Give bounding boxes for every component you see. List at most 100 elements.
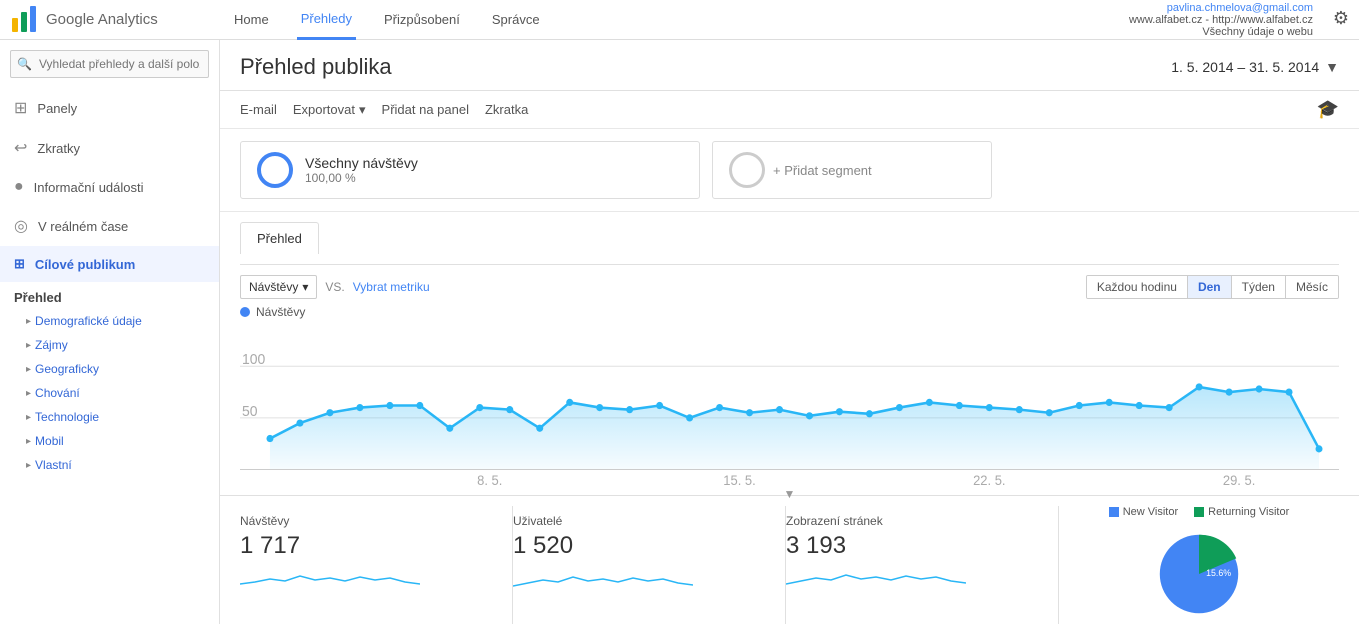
sidebar-item-panely[interactable]: ⊞ Panely [0, 88, 219, 128]
nav-prehledy[interactable]: Přehledy [297, 0, 356, 40]
sidebar-item-technologie[interactable]: Technologie [0, 405, 219, 429]
nav-spravce[interactable]: Správce [488, 0, 544, 40]
content-header: Přehled publika 1. 5. 2014 – 31. 5. 2014… [220, 40, 1359, 91]
add-segment-button[interactable]: + Přidat segment [712, 141, 992, 199]
legend-returning-visitor: Returning Visitor [1194, 506, 1289, 518]
sidebar-item-demograficke[interactable]: Demografické údaje [0, 309, 219, 333]
export-button[interactable]: Exportovat ▾ [293, 102, 366, 118]
clock-icon: ◎ [14, 216, 28, 236]
shortcut-button[interactable]: Zkratka [485, 102, 528, 117]
time-btn-day[interactable]: Den [1187, 276, 1231, 298]
sidebar-item-geograficky[interactable]: Geograficky [0, 357, 219, 381]
time-buttons: Každou hodinu Den Týden Měsíc [1086, 275, 1339, 299]
user-email[interactable]: pavlina.chmelova@gmail.com [1167, 2, 1313, 14]
metric-arrow-icon: ▾ [302, 280, 308, 294]
select-metric-link[interactable]: Vybrat metriku [353, 280, 430, 294]
app-title: Google Analytics [46, 11, 158, 28]
graduation-icon[interactable]: 🎓 [1317, 99, 1339, 120]
sidebar-label-panely: Panely [37, 101, 77, 116]
stat-value-navstevy: 1 717 [240, 532, 496, 560]
stat-label-uzivatele: Uživatelé [513, 514, 769, 528]
vs-label: VS. [325, 280, 344, 294]
page-title: Přehled publika [240, 54, 392, 80]
sparkline-uzivatele [513, 564, 693, 594]
sidebar: 🔍 ⊞ Panely ↩ Zkratky ● Informační událos… [0, 40, 220, 624]
sidebar-section-label: Cílové publikum [35, 257, 135, 272]
pie-pct-label: 15.6% [1206, 568, 1231, 578]
shortcut-icon: ↩ [14, 138, 27, 158]
segment-name: Všechny návštěvy [305, 155, 418, 171]
chart-section: Přehled Návštěvy ▾ VS. Vybrat metriku Ka… [220, 212, 1359, 495]
sidebar-item-realtime[interactable]: ◎ V reálném čase [0, 206, 219, 246]
add-segment-label: + Přidat segment [773, 163, 872, 178]
search-icon: 🔍 [17, 57, 32, 71]
top-nav: Google Analytics Home Přehledy Přizpůsob… [0, 0, 1359, 40]
email-button[interactable]: E-mail [240, 102, 277, 117]
legend-label: Návštěvy [256, 305, 305, 319]
sidebar-section-cilove[interactable]: ⊞ Cílové publikum [0, 246, 219, 282]
sidebar-item-zajmy[interactable]: Zájmy [0, 333, 219, 357]
main-content: Přehled publika 1. 5. 2014 – 31. 5. 2014… [220, 40, 1359, 624]
time-btn-month[interactable]: Měsíc [1285, 276, 1338, 298]
chart-controls: Návštěvy ▾ VS. Vybrat metriku Každou hod… [240, 264, 1339, 299]
export-arrow-icon: ▾ [359, 102, 366, 118]
all-data-link[interactable]: Všechny údaje o webu [1202, 26, 1313, 38]
returning-visitor-color [1194, 507, 1204, 517]
time-btn-week[interactable]: Týden [1231, 276, 1285, 298]
add-segment-circle [729, 152, 765, 188]
bell-icon: ● [14, 178, 24, 196]
returning-visitor-label: Returning Visitor [1208, 506, 1289, 518]
sidebar-item-vlastni[interactable]: Vlastní [0, 453, 219, 477]
stat-label-zobrazeni: Zobrazení stránek [786, 514, 1042, 528]
svg-text:100: 100 [242, 352, 265, 368]
ga-logo-icon [10, 6, 38, 34]
stat-value-uzivatele: 1 520 [513, 532, 769, 560]
svg-text:50: 50 [242, 404, 258, 420]
sidebar-item-informacni[interactable]: ● Informační události [0, 168, 219, 206]
nav-home[interactable]: Home [230, 0, 273, 40]
stats-section: Návštěvy 1 717 Uživatelé 1 520 Zobrazení… [220, 495, 1359, 624]
sidebar-label-realtime: V reálném čase [38, 219, 128, 234]
search-input[interactable] [10, 50, 209, 78]
main-nav: Home Přehledy Přizpůsobení Správce [230, 0, 1129, 40]
stat-label-navstevy: Návštěvy [240, 514, 496, 528]
pie-chart: 15.6% [1139, 524, 1259, 624]
sidebar-item-mobil[interactable]: Mobil [0, 429, 219, 453]
main-layout: 🔍 ⊞ Panely ↩ Zkratky ● Informační událos… [0, 40, 1359, 624]
date-range-label: 1. 5. 2014 – 31. 5. 2014 [1171, 59, 1319, 75]
sidebar-sublabel-prehled[interactable]: Přehled [0, 282, 219, 309]
search-box[interactable]: 🔍 [10, 50, 209, 78]
account-info: pavlina.chmelova@gmail.com www.alfabet.c… [1129, 2, 1313, 38]
date-range-arrow: ▼ [1325, 59, 1339, 75]
nav-prizpusobeni[interactable]: Přizpůsobení [380, 0, 464, 40]
metric-label: Návštěvy [249, 280, 298, 294]
legend-dot [240, 307, 250, 317]
svg-text:15. 5.: 15. 5. [723, 473, 755, 485]
stat-box-navstevy: Návštěvy 1 717 [240, 506, 513, 624]
chart-tab-prehled[interactable]: Přehled [240, 222, 319, 254]
sidebar-label-zkratky: Zkratky [37, 141, 80, 156]
segment-pct: 100,00 % [305, 171, 418, 185]
chart-scroll-btn[interactable]: ▼ [240, 487, 1339, 501]
sidebar-item-zkratky[interactable]: ↩ Zkratky [0, 128, 219, 168]
grid-icon: ⊞ [14, 98, 27, 118]
stat-box-uzivatele: Uživatelé 1 520 [513, 506, 786, 624]
sidebar-item-chovani[interactable]: Chování [0, 381, 219, 405]
time-btn-hour[interactable]: Každou hodinu [1087, 276, 1187, 298]
site-link[interactable]: www.alfabet.cz - http://www.alfabet.cz [1129, 14, 1313, 26]
line-chart: 100 50 [240, 325, 1339, 485]
sidebar-label-informacni: Informační události [34, 180, 144, 195]
new-visitor-label: New Visitor [1123, 506, 1178, 518]
chart-area: Návštěvy 100 50 [240, 305, 1339, 485]
audience-icon: ⊞ [14, 256, 25, 272]
svg-text:22. 5.: 22. 5. [973, 473, 1005, 485]
add-panel-button[interactable]: Přidat na panel [382, 102, 469, 117]
legend-new-visitor: New Visitor [1109, 506, 1178, 518]
segments-row: Všechny návštěvy 100,00 % + Přidat segme… [220, 129, 1359, 212]
svg-text:8. 5.: 8. 5. [477, 473, 502, 485]
gear-icon[interactable]: ⚙ [1333, 8, 1349, 29]
pie-legend: New Visitor Returning Visitor [1109, 506, 1290, 518]
metric-dropdown[interactable]: Návštěvy ▾ [240, 275, 317, 299]
date-range-picker[interactable]: 1. 5. 2014 – 31. 5. 2014 ▼ [1171, 59, 1339, 75]
metric-selector: Návštěvy ▾ VS. Vybrat metriku [240, 275, 430, 299]
